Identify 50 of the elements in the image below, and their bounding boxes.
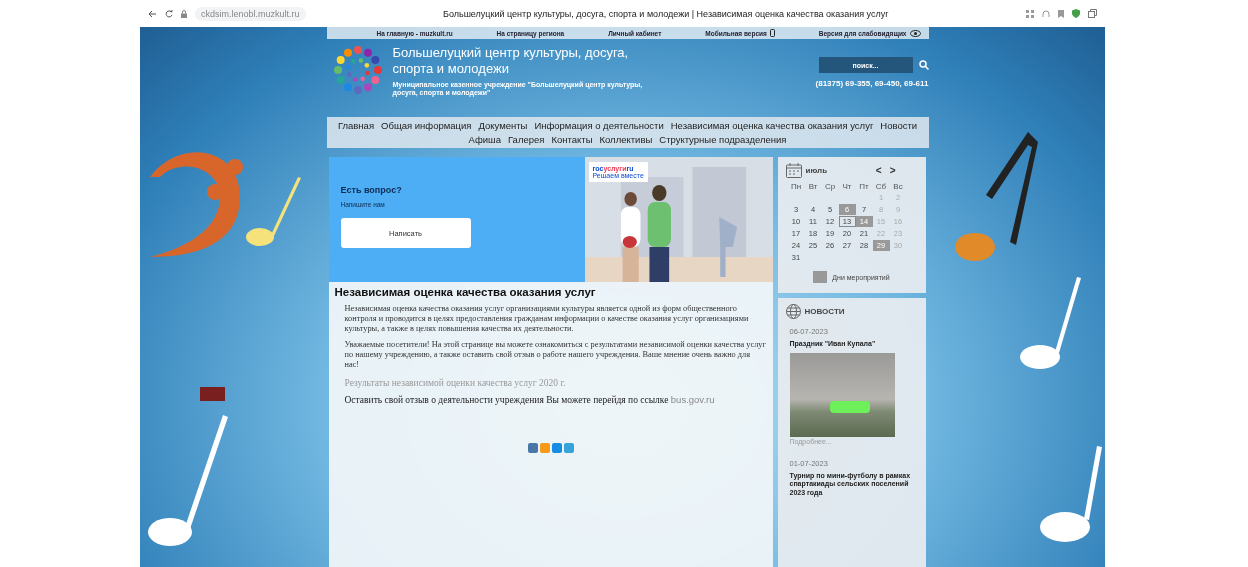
phone-icon [769,29,775,37]
weekday-label: Пт [858,182,870,191]
bookmark-icon[interactable] [1058,9,1064,18]
page-title: Большелуцкий центр культуры, досуга, спорта и молодежи | Независимая оценка качества оказания услуг [442,8,890,19]
next-month-button[interactable]: > [889,165,896,176]
banner-title: Есть вопрос? [340,185,403,195]
previous-month-button[interactable]: < [875,165,882,176]
reload-icon[interactable] [165,9,173,18]
eye-icon [909,29,921,37]
weekday-label: Сб [874,182,888,191]
weekday-label: Вт [807,182,819,191]
menu-link[interactable]: Структурные подразделения [659,134,787,145]
weekday-label: Вс [892,182,904,191]
site-title: Большелуцкий центр культуры, досуга, спорта и молодежи [392,45,630,77]
globe-icon [785,304,801,319]
weekday-label: Чт [841,182,853,191]
search-icon[interactable] [918,60,929,70]
weekday-label: Пн [789,182,803,191]
month-label: июль [805,166,828,175]
menu-link[interactable]: Документы [478,120,528,131]
article-paragraph: Независимая оценка качества оказания услуг организациями культуры является одной из форм общественного контроля и проводится в целях предоставления гражданам информации о качестве оказания услуг организациями культуры, а также в целях повышения качества их деятельности. [344,304,750,334]
feedback-paragraph: Оставить свой отзыв о деятельности учреждения Вы можете перейдя по ссылке bus.gov.ru [344,394,716,405]
menu-link[interactable]: Коллективы [599,134,653,145]
tabs-icon[interactable] [1088,9,1097,18]
legend-swatch [813,271,828,283]
lock-icon [181,9,187,18]
share-icon[interactable] [527,443,538,453]
extension-icon[interactable] [1026,9,1034,18]
menu-link[interactable]: Контакты [551,134,593,145]
calendar-icon [785,163,802,178]
menu-link[interactable]: Независимая оценка качества оказания услуг [670,120,874,131]
news-heading: НОВОСТИ [804,307,845,316]
menu-link[interactable]: Галерея [508,134,545,145]
menu-link[interactable]: Афиша [468,134,501,145]
logo-icon [332,45,383,95]
share-icon[interactable] [551,443,562,453]
headphones-icon[interactable] [1042,9,1050,18]
shield-icon[interactable] [1072,9,1080,18]
share-icon[interactable] [563,443,574,453]
menu-link[interactable]: Информация о деятельности [534,120,664,131]
share-icon[interactable] [539,443,550,453]
article-paragraph: Уважаемые посетители! На этой странице вы можете ознакомиться с результатами независимой оценки качества услуг по нашему учреждению, а также оставить свой отзыв о работе нашего учреждения. Ваше мнение очень важно для нас! [344,340,767,370]
weekday-label: Ср [823,182,837,191]
menu-link[interactable]: Новости [880,120,918,131]
menu-link[interactable]: Общая информация [381,120,472,131]
menu-link[interactable]: Главная [337,120,375,131]
back-arrow-icon[interactable] [148,9,157,18]
article-title: Независимая оценка качества оказания услуг [334,286,597,298]
music-note-drawing [246,177,301,246]
phone-number: (81375) 69-355, 69-450, 69-611 [815,79,929,88]
